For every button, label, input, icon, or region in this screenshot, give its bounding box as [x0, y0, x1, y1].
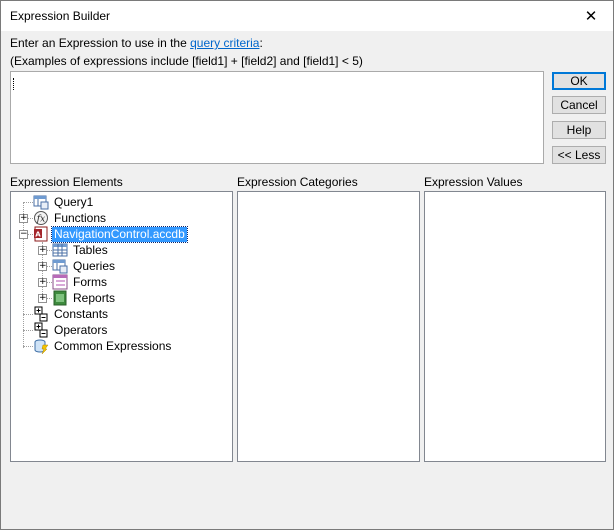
svg-text:A: A — [35, 231, 41, 239]
instruction-line: Enter an Expression to use in the query … — [10, 36, 263, 50]
operators-icon — [34, 322, 48, 338]
table-icon — [52, 243, 68, 257]
tree-item-query1[interactable]: Query1 — [33, 194, 95, 210]
tree-item-queries[interactable]: Queries — [52, 258, 117, 274]
tree-item-forms[interactable]: Forms — [52, 274, 109, 290]
tree-line — [23, 346, 33, 347]
dialog-title: Expression Builder — [10, 9, 111, 23]
tree-item-label: Constants — [54, 306, 109, 321]
functions-icon: fx — [34, 211, 48, 225]
tree-item-database[interactable]: A NavigationControl.accdb — [33, 225, 188, 243]
expression-elements-list[interactable]: Query1 + fx Functions − A NavigationCont… — [10, 191, 233, 462]
tree-item-constants[interactable]: Constants — [33, 306, 110, 322]
expand-functions-toggle[interactable]: + — [19, 214, 28, 223]
tree-line — [23, 330, 33, 331]
tree-item-label: Common Expressions — [54, 338, 172, 353]
tree-item-label: Reports — [73, 290, 116, 305]
tree-item-label: Tables — [73, 242, 108, 257]
tree-item-label: Forms — [73, 274, 107, 289]
examples-text: (Examples of expressions include [field1… — [10, 54, 363, 68]
common-expressions-icon — [34, 339, 49, 354]
tree-item-reports[interactable]: Reports — [52, 290, 117, 306]
tree-item-label: Operators — [54, 322, 108, 337]
instruction-suffix: : — [259, 36, 263, 50]
constants-icon — [34, 306, 48, 322]
cancel-button[interactable]: Cancel — [552, 96, 606, 114]
less-button[interactable]: << Less — [552, 146, 606, 164]
tree-item-label: NavigationControl.accdb — [51, 225, 188, 243]
tree-item-functions[interactable]: fx Functions — [33, 210, 108, 226]
tree-item-operators[interactable]: Operators — [33, 322, 109, 338]
ok-button[interactable]: OK — [552, 72, 606, 90]
tree-item-label: Functions — [54, 210, 107, 225]
close-button[interactable]: ✕ — [569, 1, 613, 31]
text-caret — [13, 78, 14, 90]
svg-text:fx: fx — [36, 215, 45, 225]
expression-builder-dialog: Expression Builder ✕ Enter an Expression… — [0, 0, 614, 530]
collapse-database-toggle[interactable]: − — [19, 230, 28, 239]
query-icon — [52, 259, 68, 274]
elements-tree: Query1 + fx Functions − A NavigationCont… — [11, 192, 232, 461]
expand-forms-toggle[interactable]: + — [38, 278, 47, 287]
expression-categories-label: Expression Categories — [237, 175, 358, 189]
expand-queries-toggle[interactable]: + — [38, 262, 47, 271]
database-icon: A — [34, 226, 48, 242]
tree-item-common-expressions[interactable]: Common Expressions — [33, 338, 173, 354]
tree-item-tables[interactable]: Tables — [52, 242, 110, 258]
tree-line-root — [23, 202, 24, 348]
expression-categories-list[interactable] — [237, 191, 420, 462]
expression-values-list[interactable] — [424, 191, 606, 462]
title-bar: Expression Builder ✕ — [1, 1, 613, 31]
help-button[interactable]: Help — [552, 121, 606, 139]
expression-elements-label: Expression Elements — [10, 175, 123, 189]
query-criteria-link[interactable]: query criteria — [190, 36, 259, 50]
close-icon: ✕ — [584, 8, 598, 25]
expand-tables-toggle[interactable]: + — [38, 246, 47, 255]
form-icon — [52, 274, 68, 290]
tree-item-label: Queries — [73, 258, 116, 273]
expand-reports-toggle[interactable]: + — [38, 294, 47, 303]
instruction-text: Enter an Expression to use in the — [10, 36, 191, 50]
report-icon — [53, 290, 67, 306]
expression-values-label: Expression Values — [424, 175, 523, 189]
tree-line — [23, 314, 33, 315]
tree-item-label: Query1 — [54, 194, 94, 209]
query-icon — [33, 195, 49, 210]
expression-input[interactable] — [10, 71, 544, 164]
tree-line — [23, 202, 33, 203]
